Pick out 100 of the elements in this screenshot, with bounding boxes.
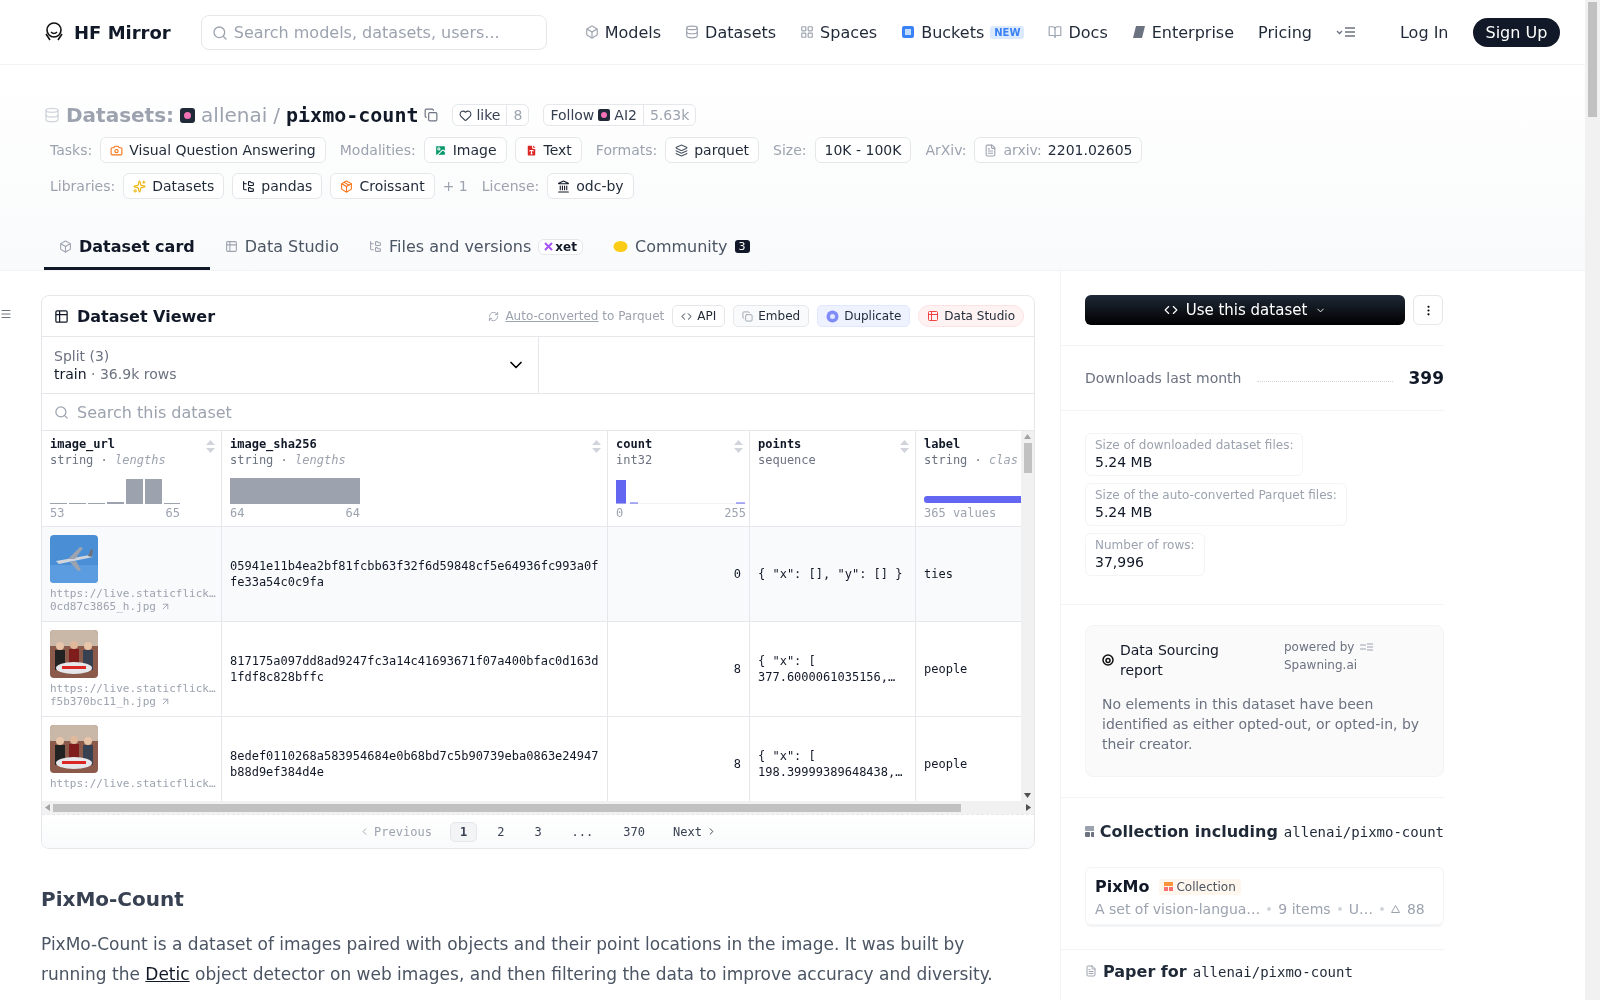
scroll-up-icon[interactable] xyxy=(1024,434,1031,439)
org-avatar xyxy=(598,109,611,121)
menu-icon[interactable] xyxy=(0,308,12,320)
vertical-scrollbar[interactable] xyxy=(1021,431,1034,801)
horizontal-scrollbar[interactable] xyxy=(42,801,1034,814)
table-cell: 817175a097dd8ad9247fc3a14c41693671f07a400bfac0d163d1fdf8c828bffc xyxy=(222,622,608,717)
search-field[interactable]: Search models, datasets, users... xyxy=(200,14,547,50)
sort-icon[interactable] xyxy=(900,440,909,453)
column-name: label xyxy=(924,437,961,451)
path-separator: / xyxy=(273,103,280,127)
cube-icon xyxy=(59,240,72,253)
collection-icon xyxy=(1085,826,1094,837)
nav-link[interactable]: Models xyxy=(584,22,662,42)
files-icon xyxy=(369,240,382,253)
follow-button[interactable]: Follow AI2 5.63k xyxy=(543,104,697,126)
brand-name[interactable]: HF Mirror xyxy=(74,21,171,43)
updated-text: U… xyxy=(1348,901,1373,917)
range-min: 64 xyxy=(230,506,245,520)
nav-link[interactable]: Spaces xyxy=(800,22,878,42)
column-name: image_url xyxy=(50,437,116,451)
viewer-action-button[interactable]: Duplicate xyxy=(817,305,911,327)
heart-icon xyxy=(459,108,473,122)
scroll-left-icon[interactable] xyxy=(45,804,50,811)
use-dataset-button[interactable]: Use this dataset xyxy=(1085,295,1405,325)
table-cell: { "x": [], "y": [] } xyxy=(750,527,916,622)
database-icon xyxy=(685,25,700,39)
tag-group-label: Formats: xyxy=(595,142,658,158)
tag[interactable]: parquet xyxy=(665,137,760,163)
converted-note: Auto-converted to Parquet xyxy=(505,309,665,323)
tag-group-label: Libraries: xyxy=(50,178,116,194)
nav-link[interactable]: Docs xyxy=(1048,22,1108,42)
copy-icon[interactable] xyxy=(424,108,439,122)
page-link[interactable]: 2 xyxy=(487,821,515,842)
tag[interactable]: Croissant xyxy=(330,173,435,199)
column-type: int32 xyxy=(616,453,653,467)
tab[interactable]: Files and versions xet xyxy=(354,229,598,270)
tag[interactable]: odc-by xyxy=(547,173,634,199)
sort-icon[interactable] xyxy=(592,440,601,453)
spawning-link[interactable]: Spawning.ai xyxy=(1284,658,1374,672)
tag[interactable]: arxiv: 2201.02605 xyxy=(974,137,1143,163)
login-link[interactable]: Log In xyxy=(1400,22,1449,42)
cross-icon xyxy=(544,242,554,251)
tag[interactable]: Datasets xyxy=(123,173,225,199)
more-menu-icon[interactable] xyxy=(1336,26,1356,38)
viewer-action-button[interactable]: API xyxy=(672,305,726,327)
column-type: string · lengths xyxy=(50,453,166,467)
scroll-right-icon[interactable] xyxy=(1026,804,1031,811)
xet-badge: xet xyxy=(538,238,583,255)
tag[interactable]: pandas xyxy=(232,173,323,199)
nav-link[interactable]: Datasets xyxy=(685,22,777,42)
table-cell: 0 xyxy=(608,527,750,622)
tag[interactable]: Visual Question Answering xyxy=(100,137,326,163)
viewer-action-button[interactable]: Data Studio xyxy=(918,305,1024,327)
collection-description: A set of vision-langua… xyxy=(1095,901,1261,917)
repo-name[interactable]: pixmo-count xyxy=(286,103,419,127)
tag[interactable]: 10K - 100K xyxy=(814,137,912,163)
document-icon xyxy=(984,143,998,157)
like-button[interactable]: like 8 xyxy=(452,104,530,126)
detic-link[interactable]: Detic xyxy=(145,964,190,984)
scroll-thumb[interactable] xyxy=(1588,2,1597,117)
range-max: 65 xyxy=(165,506,180,520)
value-count: 365 values xyxy=(924,506,997,520)
page-link[interactable]: 1 xyxy=(449,821,478,842)
page-scrollbar[interactable] xyxy=(1585,0,1600,1000)
org-avatar xyxy=(180,107,196,123)
collection-card[interactable]: PixMo Collection A set of vision-langua… 9 items U… 88 xyxy=(1085,867,1444,925)
tab[interactable]: Community 3 xyxy=(597,229,765,270)
column-name: image_sha256 xyxy=(230,437,317,451)
collection-badge: Collection xyxy=(1159,878,1241,895)
nav-link[interactable]: Buckets NEW xyxy=(901,22,1025,42)
scroll-thumb[interactable] xyxy=(53,803,961,812)
column-type: string · lengths xyxy=(230,453,346,467)
signup-button[interactable]: Sign Up xyxy=(1472,17,1561,47)
tab[interactable]: Data Studio xyxy=(209,229,354,270)
tag-group-label: Size: xyxy=(773,142,807,158)
column-type: string · clas xyxy=(924,453,1018,467)
repo-name: allenai/pixmo-count xyxy=(1192,964,1353,980)
sourcing-text: No elements in this dataset have been identified as either opted-out, or opted-in, by their creator. xyxy=(1102,695,1421,754)
tag[interactable]: Image xyxy=(423,137,507,163)
nav-link[interactable]: Enterprise xyxy=(1131,22,1235,42)
scroll-thumb[interactable] xyxy=(1023,443,1032,473)
scroll-down-icon[interactable] xyxy=(1024,793,1031,798)
sort-icon[interactable] xyxy=(734,440,743,453)
next-page-link[interactable]: Next xyxy=(665,824,725,839)
image-icon xyxy=(433,143,447,157)
page-link[interactable]: ... xyxy=(561,821,604,842)
nav-link[interactable]: Pricing xyxy=(1258,22,1312,42)
document-icon xyxy=(1085,965,1097,977)
tag-group-label: Modalities: xyxy=(339,142,416,158)
page-link[interactable]: 3 xyxy=(524,821,552,842)
more-options-button[interactable] xyxy=(1413,295,1443,325)
page-link[interactable]: 370 xyxy=(613,821,655,842)
viewer-action-button[interactable]: Embed xyxy=(733,305,810,327)
downloads-label: Downloads last month xyxy=(1085,370,1242,386)
tab[interactable]: Dataset card xyxy=(44,229,210,270)
stat-label: Number of rows: xyxy=(1095,538,1195,552)
tag[interactable]: Text xyxy=(514,137,582,163)
stat-value: 5.24 MB xyxy=(1095,454,1154,470)
sourcing-title: Data Sourcing report xyxy=(1120,641,1220,680)
sort-icon[interactable] xyxy=(206,440,215,453)
